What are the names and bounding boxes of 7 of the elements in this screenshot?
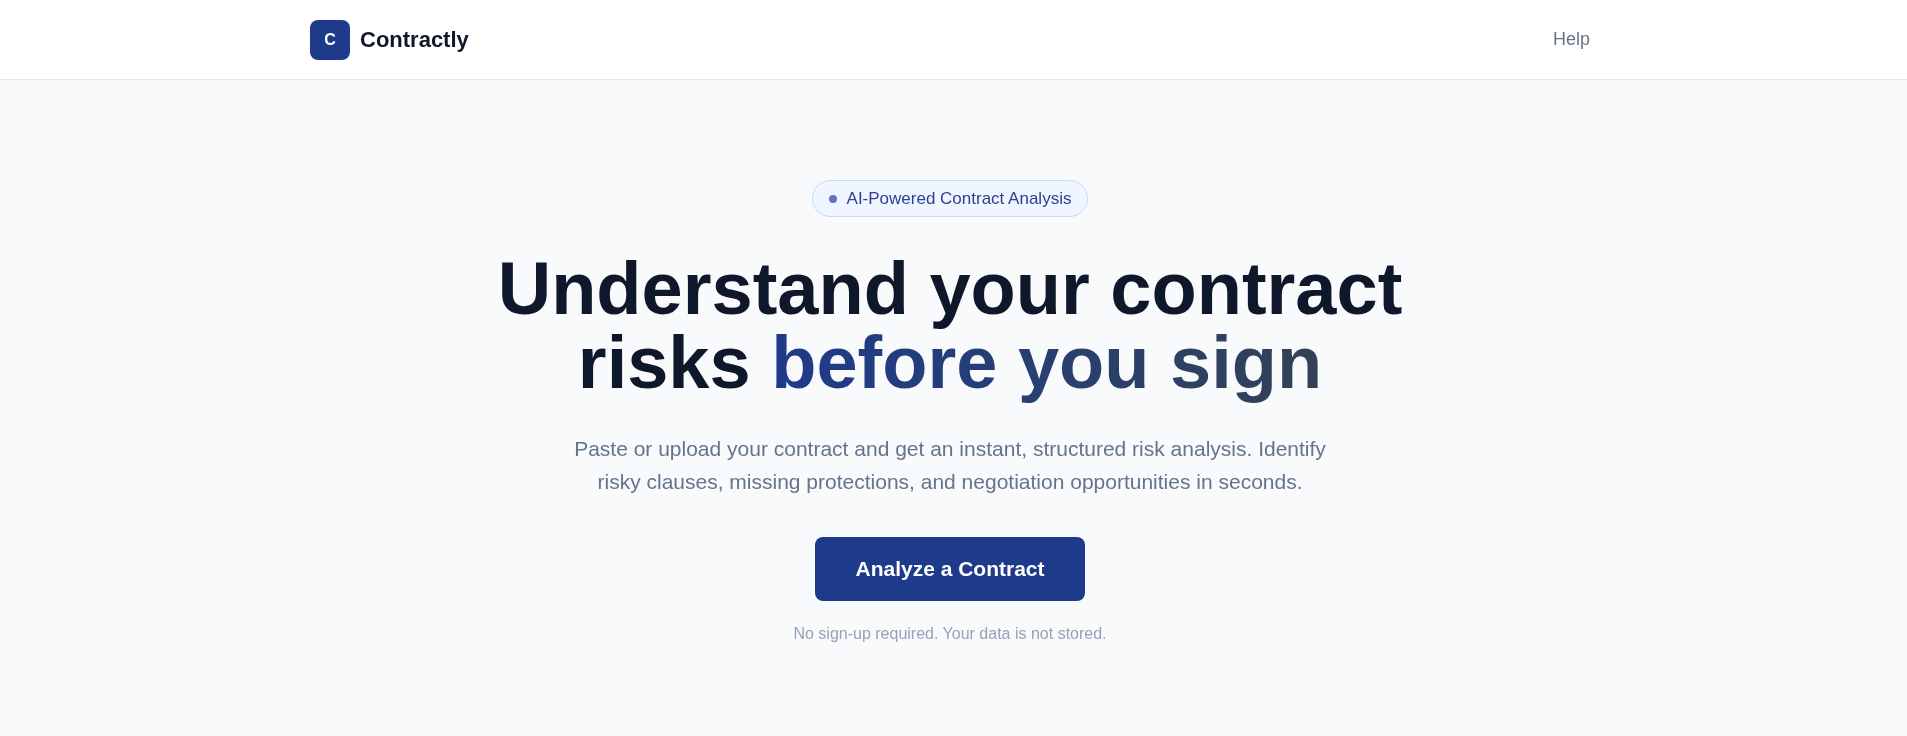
logo-mark[interactable]: C (310, 19, 350, 60)
help-link[interactable]: Help (1552, 26, 1590, 53)
badge-label: AI-Powered Contract Analysis (846, 188, 1072, 210)
privacy-note: No sign-up required. Your data is not stored. (793, 624, 1107, 644)
analyze-contract-button[interactable]: Analyze a Contract (815, 537, 1085, 601)
hero-description: Paste or upload your contract and get an instant, structured risk analysis. Identify risky clauses, missing protections, and negotiation opportunities in seconds. (573, 436, 1327, 495)
brand-name[interactable]: Contractly (360, 23, 469, 56)
